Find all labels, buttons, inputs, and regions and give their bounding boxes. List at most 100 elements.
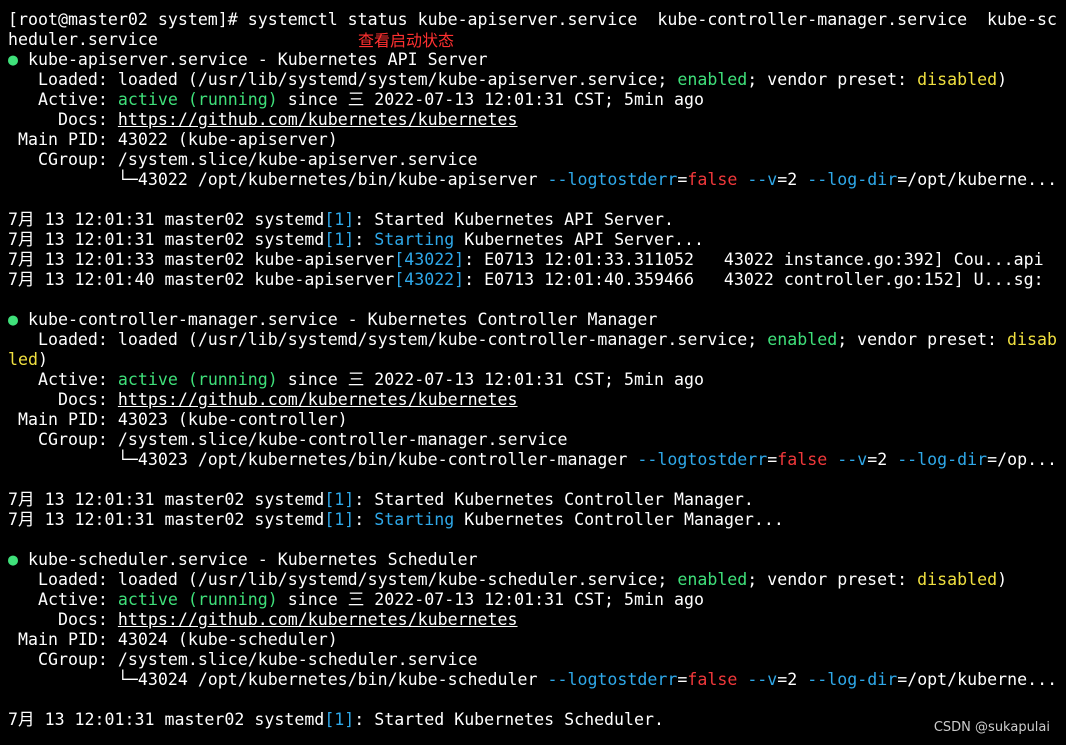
log-line: 7月 13 12:01:31 master02 systemd[1]: Star… [8, 510, 1057, 530]
flag-logdir-eq: = [987, 450, 998, 469]
loaded-wrap-line: led) [8, 350, 1057, 370]
process-cmd: └─43024 /opt/kubernetes/bin/kube-schedul… [8, 670, 548, 689]
docs-label: Docs: [8, 110, 118, 129]
log-prefix: 7月 13 12:01:33 master02 kube-apiserver [8, 250, 395, 269]
log-prefix: 7月 13 12:01:31 master02 systemd [8, 490, 325, 509]
active-label: Active: [8, 90, 118, 109]
main-pid: Main PID: 43024 (kube-scheduler) [8, 630, 338, 649]
main-pid: Main PID: 43022 (kube-apiserver) [8, 130, 338, 149]
pid-line: Main PID: 43022 (kube-apiserver) [8, 130, 1057, 150]
prompt-wrap-line: heduler.service [8, 30, 1057, 50]
log-prefix: 7月 13 12:01:31 master02 systemd [8, 710, 325, 729]
disabled-state: disabled [917, 570, 998, 589]
docs-label: Docs: [8, 390, 118, 409]
log-highlight: Starting [374, 510, 455, 529]
log-message: Started Kubernetes Scheduler. [374, 710, 664, 729]
log-pid: [1] [324, 710, 355, 729]
flag-logtostderr: --logtostderr [547, 670, 678, 689]
annotation-label: 查看启动状态 [358, 31, 455, 50]
log-line: 7月 13 12:01:33 master02 kube-apiserver[4… [8, 250, 1057, 270]
flag-logtostderr: --logtostderr [547, 170, 678, 189]
pid-line: Main PID: 43024 (kube-scheduler) [8, 630, 1057, 650]
flag-eq: = [677, 670, 688, 689]
cgroup-line: CGroup: /system.slice/kube-scheduler.ser… [8, 650, 1057, 670]
docs-line: Docs: https://github.com/kubernetes/kube… [8, 110, 1057, 130]
process-line: └─43023 /opt/kubernetes/bin/kube-control… [8, 450, 1057, 470]
loaded-line: Loaded: loaded (/usr/lib/systemd/system/… [8, 330, 1057, 350]
active-label: Active: [8, 370, 118, 389]
log-line: 7月 13 12:01:31 master02 systemd[1]: Star… [8, 490, 1057, 510]
log-sep: : [354, 510, 375, 529]
service-title-text: kube-controller-manager.service - Kubern… [27, 310, 658, 329]
cgroup: CGroup: /system.slice/kube-apiserver.ser… [8, 150, 478, 169]
vendor-preset: ; vendor preset: [747, 70, 918, 89]
status-dot-icon: ● [8, 50, 28, 69]
log-sep: : [464, 270, 485, 289]
log-highlight: Starting [374, 230, 455, 249]
pid-line: Main PID: 43023 (kube-controller) [8, 410, 1057, 430]
flag-false: false [687, 670, 738, 689]
enabled-state: enabled [767, 330, 838, 349]
flag-logdir: --log-dir [807, 670, 898, 689]
docs-link[interactable]: https://github.com/kubernetes/kubernetes [118, 110, 518, 129]
service-title-text: kube-apiserver.service - Kubernetes API … [27, 50, 488, 69]
log-prefix: 7月 13 12:01:31 master02 systemd [8, 510, 325, 529]
log-prefix: 7月 13 12:01:40 master02 kube-apiserver [8, 270, 395, 289]
command-wrap: heduler.service [8, 30, 158, 49]
flag-logdir-eq: = [897, 170, 908, 189]
enabled-state: enabled [677, 70, 748, 89]
cgroup: CGroup: /system.slice/kube-controller-ma… [8, 430, 568, 449]
docs-link[interactable]: https://github.com/kubernetes/kubernetes [118, 610, 518, 629]
flag-false: false [777, 450, 828, 469]
flag-v: --v [747, 170, 778, 189]
log-pid: [43022] [394, 250, 465, 269]
log-pid: [43022] [394, 270, 465, 289]
log-prefix: 7月 13 12:01:31 master02 systemd [8, 230, 325, 249]
flag-false: false [687, 170, 738, 189]
enabled-state: enabled [677, 570, 748, 589]
active-line: Active: active (running) since 三 2022-07… [8, 590, 1057, 610]
log-pid: [1] [324, 210, 355, 229]
log-message: Kubernetes API Server... [454, 230, 704, 249]
paren: ) [997, 70, 1008, 89]
active-line: Active: active (running) since 三 2022-07… [8, 370, 1057, 390]
log-sep: : [464, 250, 485, 269]
log-line: 7月 13 12:01:31 master02 systemd[1]: Star… [8, 210, 1057, 230]
log-message: Started Kubernetes Controller Manager. [374, 490, 754, 509]
log-sep: : [354, 230, 375, 249]
process-cmd: └─43023 /opt/kubernetes/bin/kube-control… [8, 450, 638, 469]
process-line: └─43022 /opt/kubernetes/bin/kube-apiserv… [8, 170, 1057, 190]
loaded-line: Loaded: loaded (/usr/lib/systemd/system/… [8, 70, 1057, 90]
flag-eq: = [767, 450, 778, 469]
cgroup-line: CGroup: /system.slice/kube-controller-ma… [8, 430, 1057, 450]
log-message: E0713 12:01:40.359466 43022 controller.g… [484, 270, 1044, 289]
flag-v: --v [747, 670, 778, 689]
process-tail: /opt/kuberne... [907, 170, 1058, 189]
loaded-line: Loaded: loaded (/usr/lib/systemd/system/… [8, 570, 1057, 590]
process-line: └─43024 /opt/kubernetes/bin/kube-schedul… [8, 670, 1057, 690]
log-sep: : [354, 210, 375, 229]
log-line: 7月 13 12:01:40 master02 kube-apiserver[4… [8, 270, 1057, 290]
terminal-output[interactable]: [root@master02 system]# systemctl status… [8, 10, 1057, 730]
disabled-state-wrap: led [8, 350, 38, 369]
status-dot-icon: ● [8, 550, 28, 569]
main-pid: Main PID: 43023 (kube-controller) [8, 410, 348, 429]
docs-link[interactable]: https://github.com/kubernetes/kubernetes [118, 390, 518, 409]
active-state: active (running) [117, 370, 278, 389]
log-prefix: 7月 13 12:01:31 master02 systemd [8, 210, 325, 229]
active-state: active (running) [117, 90, 278, 109]
log-sep: : [354, 490, 375, 509]
paren: ) [997, 570, 1008, 589]
active-since: since 三 2022-07-13 12:01:31 CST; 5min ag… [277, 370, 704, 389]
active-since: since 三 2022-07-13 12:01:31 CST; 5min ag… [277, 90, 704, 109]
cgroup-line: CGroup: /system.slice/kube-apiserver.ser… [8, 150, 1057, 170]
